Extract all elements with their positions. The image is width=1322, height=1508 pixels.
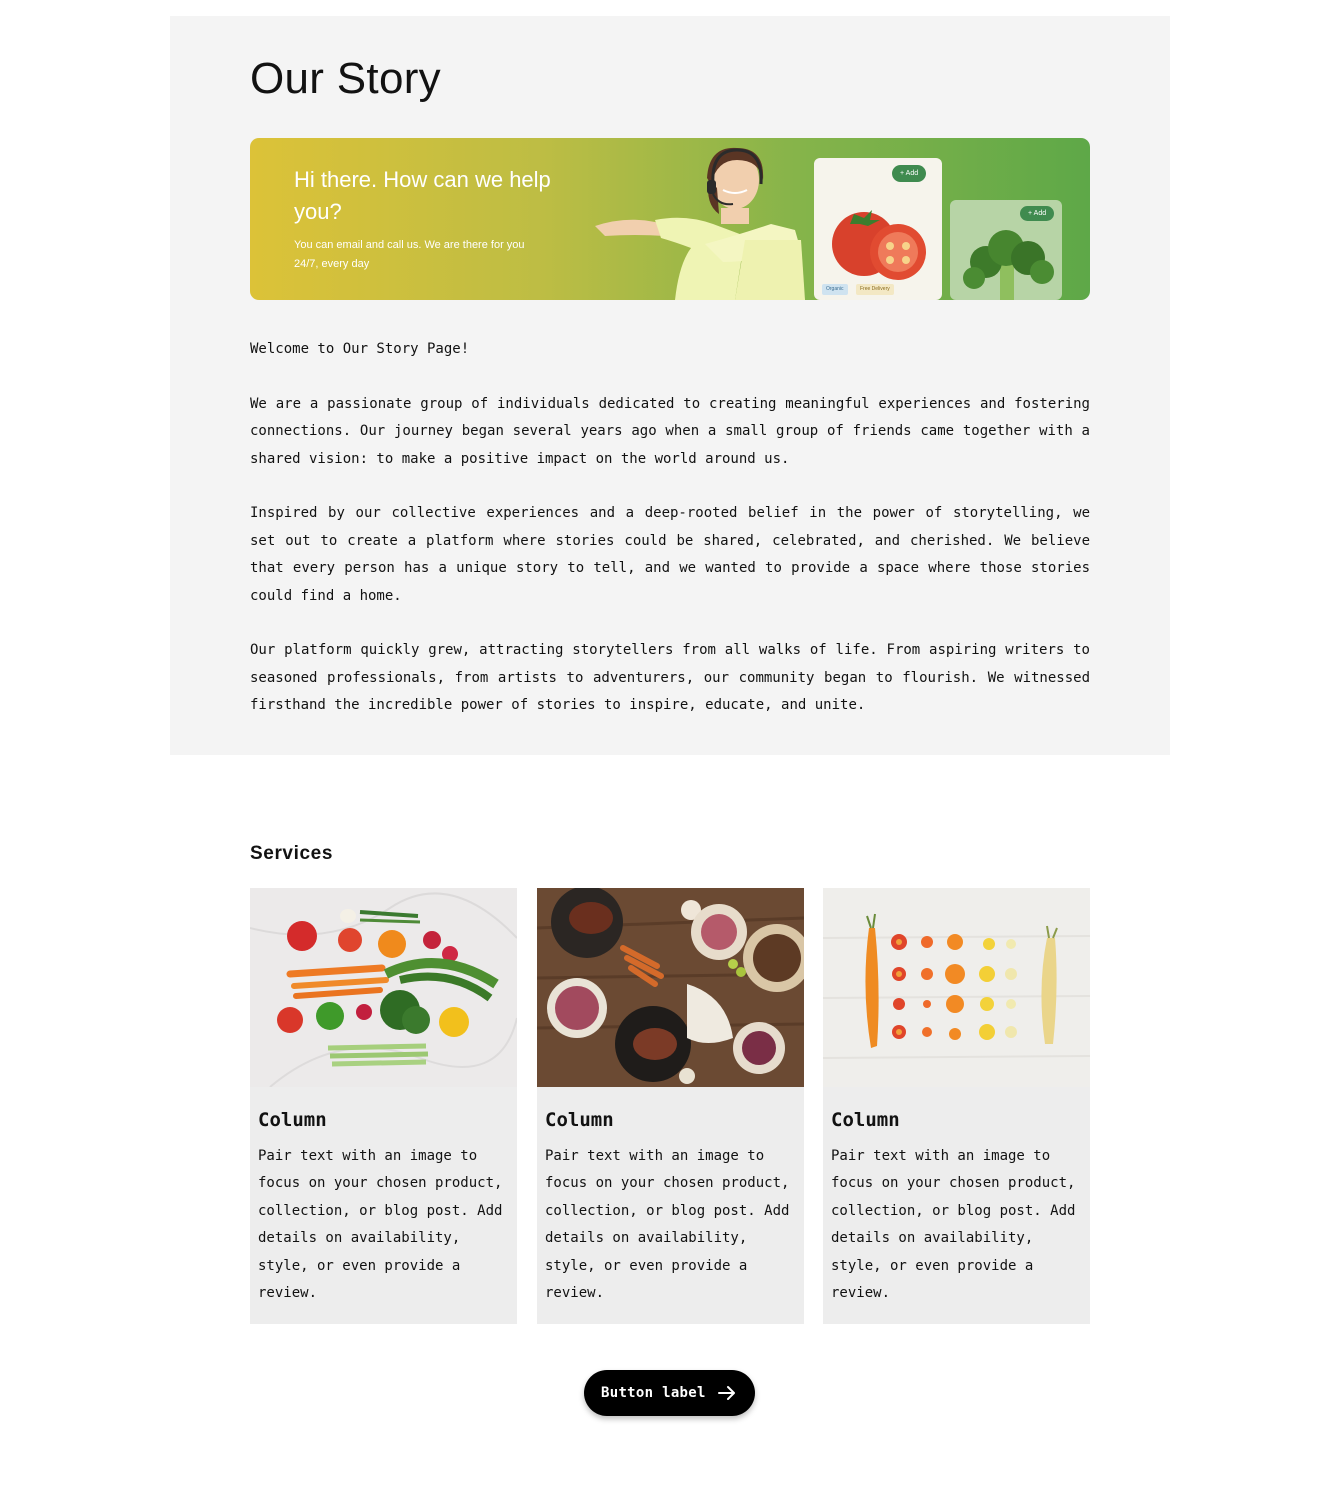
story-paragraph: Welcome to Our Story Page! xyxy=(250,341,470,357)
product-card-tomato: + Add Organic Free Delivery xyxy=(814,158,942,300)
cta-button[interactable]: Button label xyxy=(584,1370,755,1416)
column-heading: Column xyxy=(258,1109,327,1131)
page-title: Our Story xyxy=(250,54,441,103)
add-pill: + Add xyxy=(892,165,927,182)
services-heading: Services xyxy=(250,843,333,864)
services-columns: Column Pair text with an image to focus … xyxy=(250,888,1090,1324)
banner-subtext: You can email and call us. We are there … xyxy=(294,239,525,270)
broccoli-icon xyxy=(963,230,1054,300)
support-banner: Hi there. How can we help you? You can e… xyxy=(250,138,1090,300)
tomato-icon xyxy=(832,210,926,280)
grilled-dishes-table-image xyxy=(537,888,804,1087)
delivery-tag: Free Delivery xyxy=(856,284,894,295)
service-column: Column Pair text with an image to focus … xyxy=(250,888,517,1324)
column-heading: Column xyxy=(831,1109,900,1131)
service-column: Column Pair text with an image to focus … xyxy=(823,888,1090,1324)
our-story-section: Our Story Hi there. How can we help you?… xyxy=(170,16,1170,755)
story-paragraph: We are a passionate group of individuals… xyxy=(250,395,1090,467)
service-column: Column Pair text with an image to focus … xyxy=(537,888,804,1324)
column-heading: Column xyxy=(545,1109,614,1131)
story-paragraph: Our platform quickly grew, attracting st… xyxy=(250,642,1090,714)
add-pill: + Add xyxy=(1020,206,1055,221)
organic-tag: Organic xyxy=(822,284,848,295)
story-text: Welcome to Our Story Page! We are a pass… xyxy=(250,336,1090,720)
arrow-right-icon xyxy=(718,1386,735,1400)
product-card-broccoli: + Add xyxy=(950,200,1062,300)
column-text: Pair text with an image to focus on your… xyxy=(545,1148,790,1302)
cta-button-label: Button label xyxy=(601,1385,706,1401)
story-paragraph: Inspired by our collective experiences a… xyxy=(250,505,1090,604)
column-text: Pair text with an image to focus on your… xyxy=(258,1148,503,1302)
support-agent-illustration xyxy=(595,147,805,300)
column-text: Pair text with an image to focus on your… xyxy=(831,1148,1076,1302)
banner-headline: Hi there. How can we help you? xyxy=(294,167,551,224)
vegetables-on-marble-image xyxy=(250,888,517,1087)
sliced-carrots-image xyxy=(823,888,1090,1087)
